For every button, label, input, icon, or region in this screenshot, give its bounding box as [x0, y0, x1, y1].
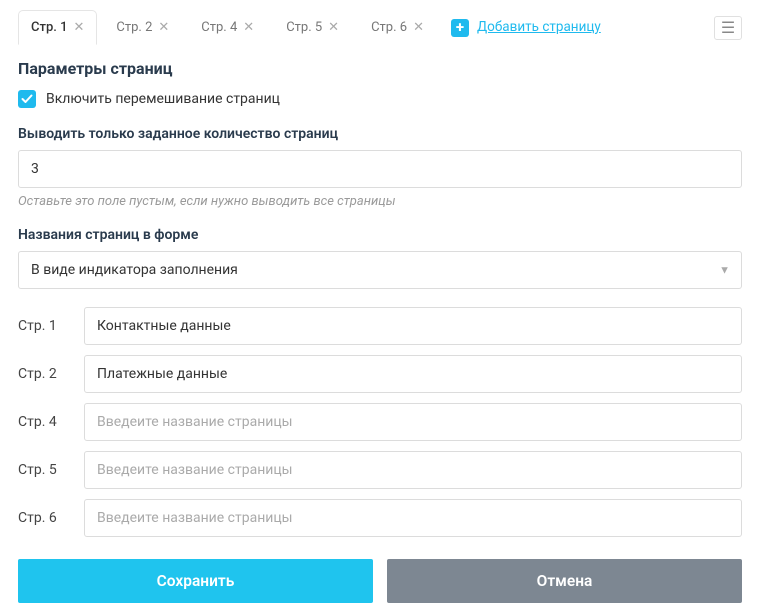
limit-hint: Оставьте это поле пустым, если нужно выв… — [18, 194, 742, 209]
page-name-input-6[interactable] — [84, 499, 742, 537]
close-icon[interactable]: ✕ — [74, 21, 85, 34]
shuffle-checkbox[interactable] — [18, 90, 36, 108]
page-name-input-5[interactable] — [84, 451, 742, 489]
page-name-input-4[interactable] — [84, 403, 742, 441]
page-name-label: Стр. 6 — [18, 510, 68, 526]
close-icon[interactable]: ✕ — [243, 21, 254, 34]
page-name-label: Стр. 4 — [18, 414, 68, 430]
tabs-row: Стр. 1 ✕ Стр. 2 ✕ Стр. 4 ✕ Стр. 5 ✕ Стр.… — [18, 10, 742, 45]
shuffle-checkbox-row: Включить перемешивание страниц — [18, 90, 742, 108]
names-mode-select[interactable] — [18, 251, 742, 289]
button-row: Сохранить Отмена — [18, 559, 742, 603]
names-section-label: Названия страниц в форме — [18, 227, 742, 243]
settings-menu-button[interactable]: ☰ — [714, 16, 742, 40]
page-name-row: Стр. 4 — [18, 403, 742, 441]
tab-page-2[interactable]: Стр. 2 ✕ — [103, 10, 182, 45]
limit-label: Выводить только заданное количество стра… — [18, 126, 742, 142]
page-name-input-1[interactable] — [84, 307, 742, 345]
tab-page-5[interactable]: Стр. 5 ✕ — [273, 10, 352, 45]
page-name-row: Стр. 6 — [18, 499, 742, 537]
tab-page-6[interactable]: Стр. 6 ✕ — [358, 10, 437, 45]
check-icon — [21, 93, 33, 105]
page-name-label: Стр. 5 — [18, 462, 68, 478]
page-name-row: Стр. 2 — [18, 355, 742, 393]
tab-label: Стр. 4 — [201, 20, 237, 35]
shuffle-label: Включить перемешивание страниц — [46, 91, 280, 107]
tab-label: Стр. 6 — [371, 20, 407, 35]
tab-page-1[interactable]: Стр. 1 ✕ — [18, 10, 97, 45]
add-page-button[interactable]: + Добавить страницу — [451, 19, 601, 37]
page-name-input-2[interactable] — [84, 355, 742, 393]
plus-icon: + — [451, 19, 469, 37]
close-icon[interactable]: ✕ — [158, 21, 169, 34]
settings-icon: ☰ — [721, 18, 735, 37]
page-name-label: Стр. 1 — [18, 318, 68, 334]
cancel-button[interactable]: Отмена — [387, 559, 742, 603]
close-icon[interactable]: ✕ — [328, 21, 339, 34]
close-icon[interactable]: ✕ — [413, 21, 424, 34]
limit-input[interactable] — [18, 150, 742, 188]
tab-label: Стр. 5 — [286, 20, 322, 35]
section-title: Параметры страниц — [18, 59, 742, 78]
page-name-row: Стр. 5 — [18, 451, 742, 489]
page-name-row: Стр. 1 — [18, 307, 742, 345]
add-page-label: Добавить страницу — [477, 19, 601, 36]
tab-label: Стр. 2 — [116, 20, 152, 35]
save-button[interactable]: Сохранить — [18, 559, 373, 603]
tab-label: Стр. 1 — [31, 20, 68, 35]
tab-page-4[interactable]: Стр. 4 ✕ — [188, 10, 267, 45]
names-mode-select-wrap: ▼ — [18, 251, 742, 289]
page-name-label: Стр. 2 — [18, 366, 68, 382]
